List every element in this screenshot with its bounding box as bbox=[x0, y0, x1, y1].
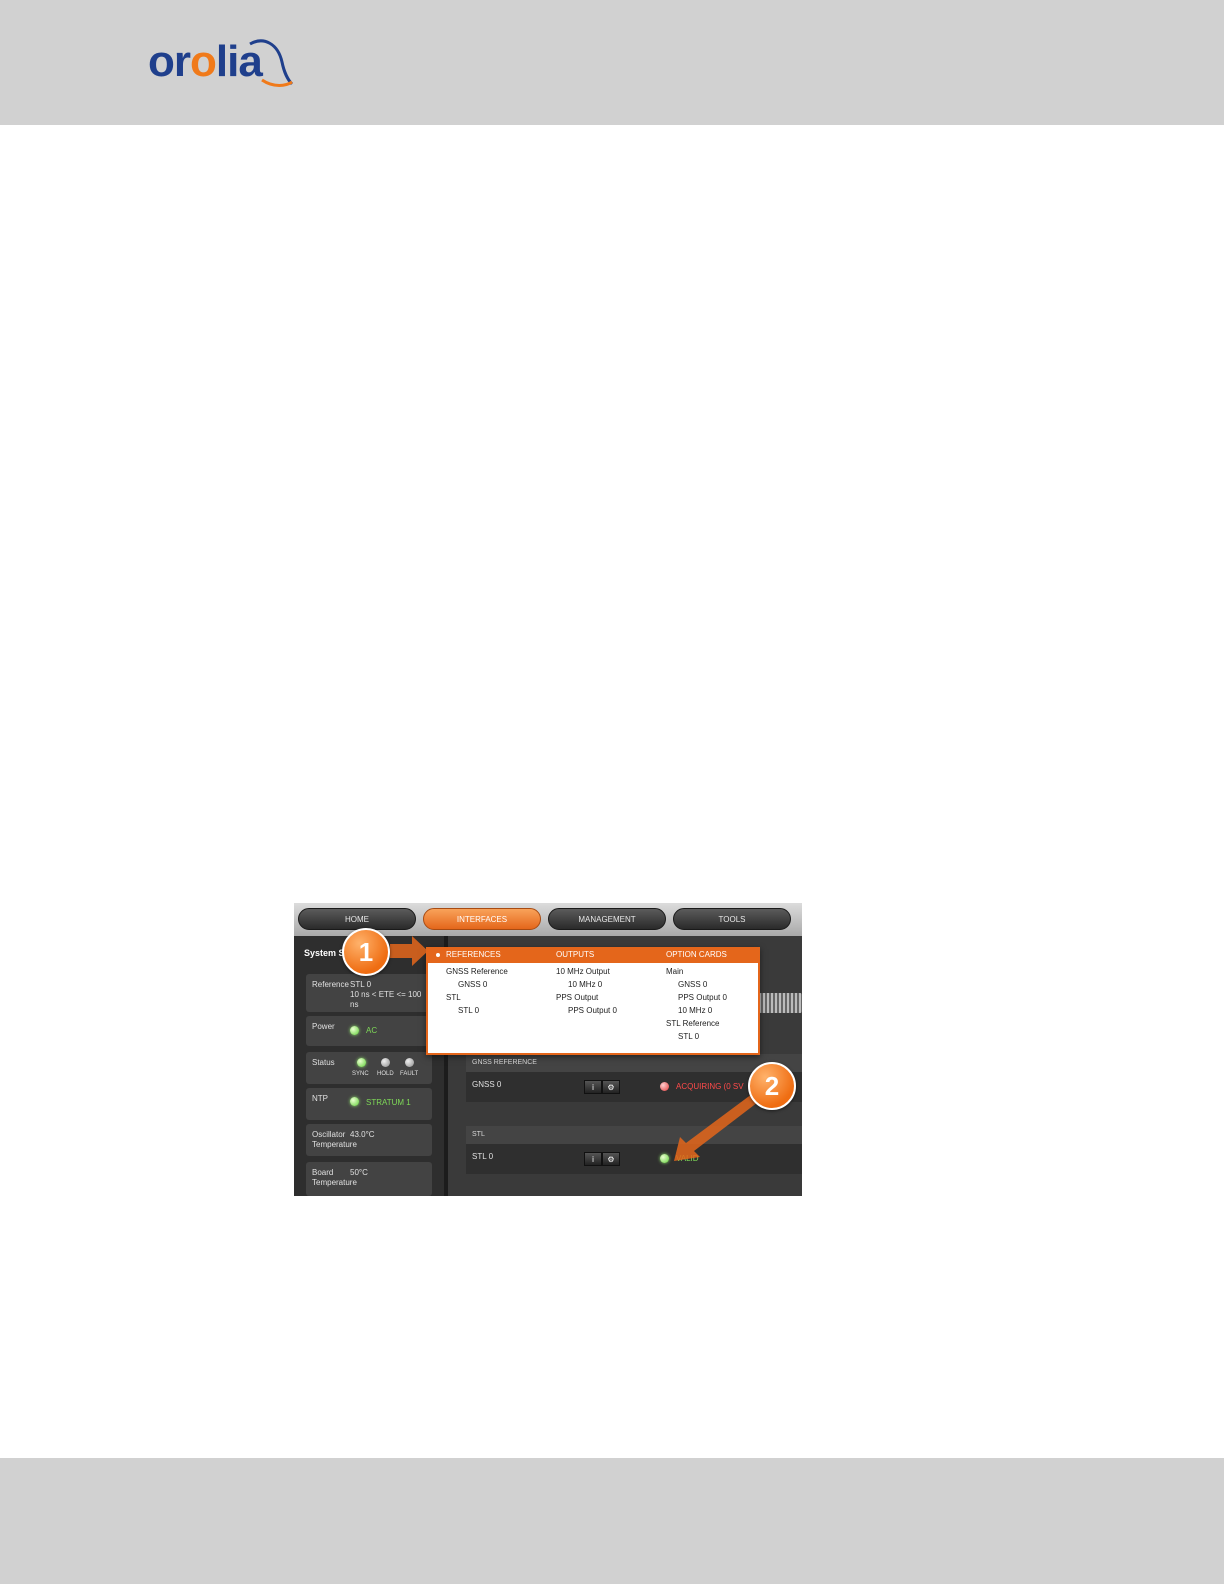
callout-1-badge: 1 bbox=[342, 928, 390, 976]
orolia-logo: orolia bbox=[148, 34, 308, 94]
logo-swoosh-icon bbox=[249, 39, 294, 87]
page-header: orolia bbox=[0, 0, 1224, 125]
ui-screenshot: HOME INTERFACES MANAGEMENT TOOLS System … bbox=[294, 903, 802, 1196]
page-footer bbox=[0, 1458, 1224, 1584]
callout-2-badge: 2 bbox=[748, 1062, 796, 1110]
arrow-2-icon bbox=[674, 1091, 762, 1161]
arrow-1-icon bbox=[390, 936, 428, 966]
